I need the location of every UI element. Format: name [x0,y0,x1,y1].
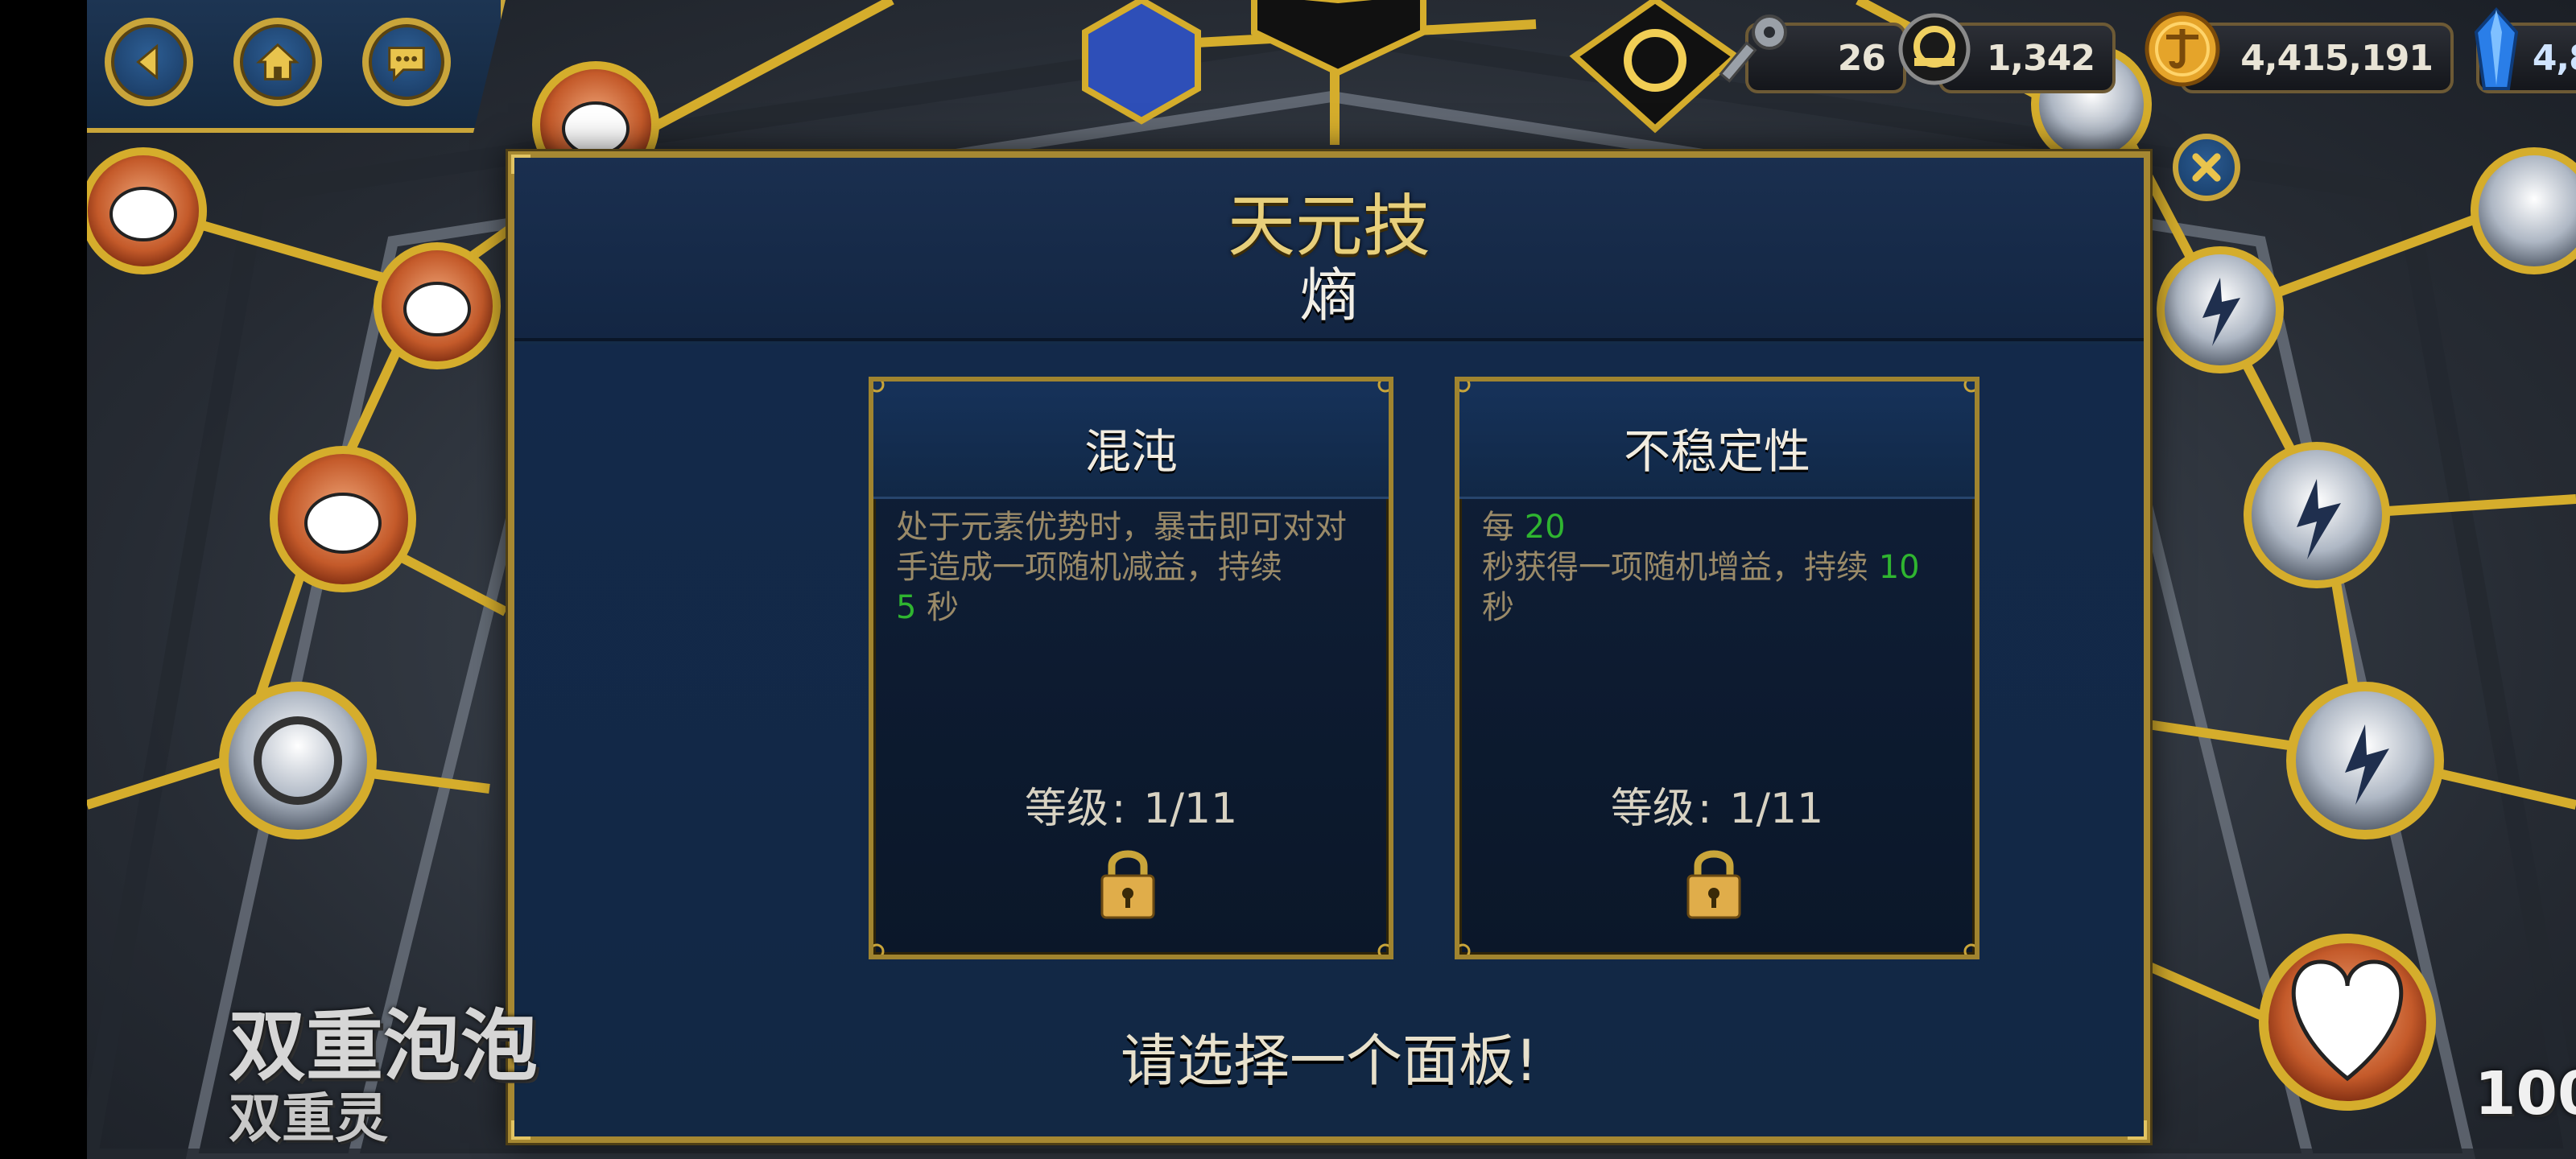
game-background: 26 1,342 4,415,191 4,875 天元技 熵 [87,0,2576,1159]
card-level: 等级: 1/11 [1459,774,1975,835]
dialog-header: 天元技 熵 [514,158,2144,341]
card-title: 不稳定性 [1623,424,1810,479]
desc-text: 秒 [927,589,960,626]
card-header: 不稳定性 [1459,382,1975,499]
desc-text: 秒 [1482,589,1514,626]
card-header: 混沌 [873,382,1389,499]
card-title: 混沌 [1084,424,1178,479]
level-separator: : [1111,785,1126,833]
health-percentage: 100% [2475,1059,2576,1128]
corner-ornament [1963,943,1975,955]
talent-card-chaos[interactable]: 混沌 处于元素优势时，暴击即可对对手造成一项随机减益，持续 5 秒 等级: 1/11 [869,377,1393,959]
corner-ornament [1963,382,1975,393]
level-label: 等级 [1024,785,1108,833]
level-label: 等级 [1610,785,1695,833]
blue-crystal-icon [2474,6,2519,90]
desc-number: 20 [1524,509,1566,546]
hero-subtitle: 双重灵 [229,1087,388,1149]
corner-ornament [873,382,885,393]
gold-count: 4,415,191 [2240,37,2434,79]
corner-ornament [1377,382,1389,393]
close-icon [2192,153,2221,182]
talent-selection-dialog: 天元技 熵 混沌 处于元素优势时，暴击即可对对手造成一项随机减益，持续 5 秒 等… [508,134,2240,1143]
desc-text: 每 [1482,509,1514,546]
heart-node [2259,934,2436,1111]
lock-icon [1686,850,1741,919]
corner-ornament [2128,1120,2147,1140]
corner-ornament [1377,943,1389,955]
back-arrow-icon [136,43,159,80]
corner-ornament [511,155,530,174]
home-icon [256,43,299,80]
back-button[interactable] [105,18,193,106]
key-count: 26 [1837,37,1886,79]
key-icon [1719,14,1787,83]
talent-card-instability[interactable]: 不稳定性 每 20 秒获得一项随机增益，持续 10 秒 等级: 1/11 [1455,377,1979,959]
dialog-subtitle: 熵 [1299,262,1358,329]
desc-number: 10 [1878,549,1920,586]
gold-coin-icon [2145,11,2220,87]
close-button[interactable] [2173,134,2240,201]
chat-button[interactable] [362,18,451,106]
card-description: 处于元素优势时，暴击即可对对手造成一项随机减益，持续 5 秒 [896,507,1371,628]
lock-icon [1100,850,1155,919]
card-level: 等级: 1/11 [873,774,1389,835]
power-count: 1,342 [1986,37,2095,79]
level-value: 1/11 [1143,785,1238,833]
desc-number: 5 [896,589,917,626]
level-separator: : [1697,785,1712,833]
level-value: 1/11 [1729,785,1824,833]
power-ring-icon [1898,13,1971,85]
desc-text: 秒获得一项随机增益，持续 [1482,549,1868,586]
selection-prompt: 请选择一个面板! [1120,1028,1538,1094]
corner-ornament [511,1120,530,1140]
corner-ornament [1459,382,1471,393]
corner-ornament [1459,943,1471,955]
chat-bubble-icon [388,47,425,82]
card-description: 每 20 秒获得一项随机增益，持续 10 秒 [1482,507,1957,628]
desc-text: 处于元素优势时，暴击即可对对手造成一项随机减益，持续 [896,509,1347,586]
home-button[interactable] [233,18,322,106]
corner-ornament [873,943,885,955]
